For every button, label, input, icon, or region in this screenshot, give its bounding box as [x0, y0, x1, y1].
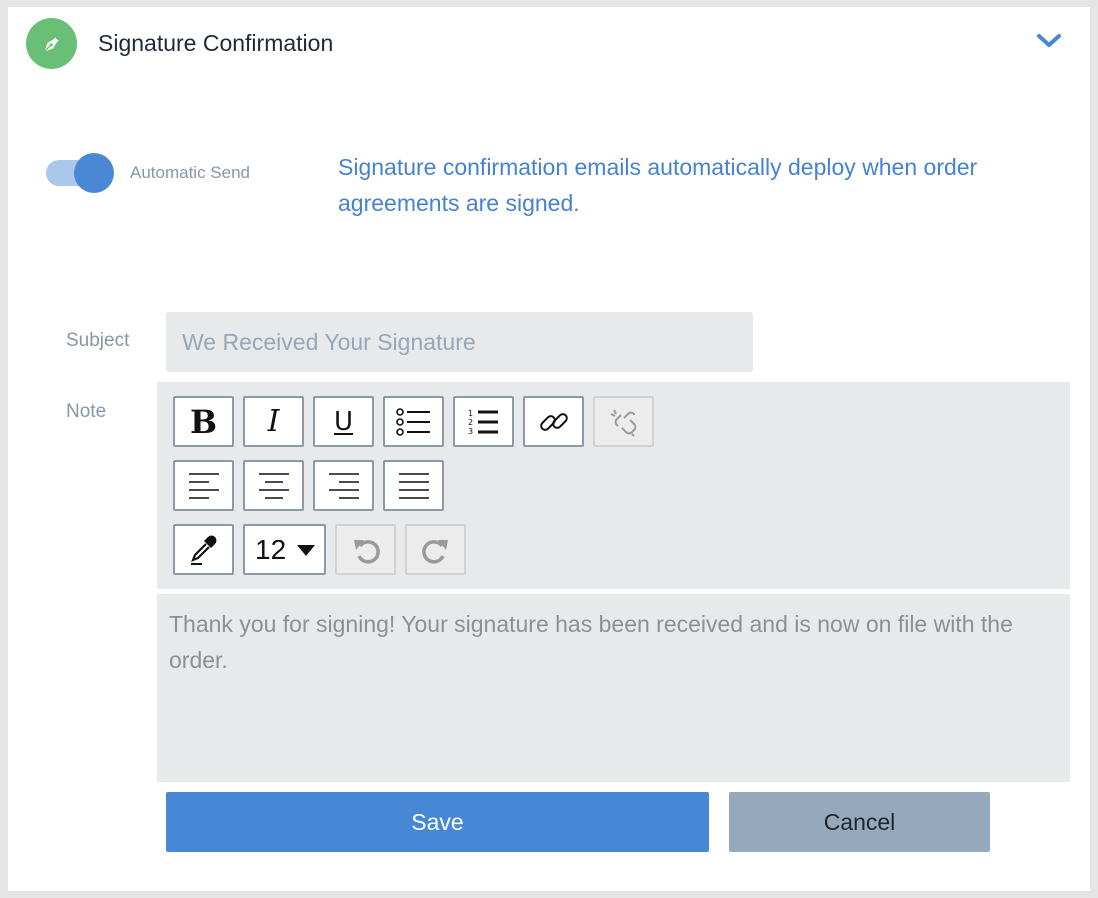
bullet-list-button[interactable]: [383, 396, 444, 447]
toolbar-row-misc: 12: [173, 524, 466, 575]
text-color-button[interactable]: [173, 524, 234, 575]
note-textarea[interactable]: Thank you for signing! Your signature ha…: [157, 594, 1070, 782]
align-justify-icon: [398, 472, 429, 499]
align-left-button[interactable]: [173, 460, 234, 511]
align-right-button[interactable]: [313, 460, 374, 511]
toolbar-row-align: [173, 460, 444, 511]
toggle-knob: [74, 153, 114, 193]
undo-icon: [353, 539, 380, 564]
automatic-send-toggle[interactable]: [46, 152, 116, 194]
numbered-list-icon: 1 2 3: [468, 409, 498, 436]
panel-title: Signature Confirmation: [98, 30, 334, 56]
remove-link-button[interactable]: [593, 396, 654, 447]
redo-button[interactable]: [405, 524, 466, 575]
align-right-icon: [328, 472, 359, 499]
redo-icon: [421, 539, 448, 564]
align-justify-button[interactable]: [383, 460, 444, 511]
svg-text:2: 2: [468, 418, 473, 427]
collapse-button[interactable]: [1034, 29, 1064, 53]
insert-link-button[interactable]: [523, 396, 584, 447]
numbered-list-button[interactable]: 1 2 3: [453, 396, 514, 447]
note-label: Note: [66, 401, 107, 422]
subject-input[interactable]: [166, 312, 753, 372]
info-text: Signature confirmation emails automatica…: [338, 154, 978, 216]
font-size-value: 12: [255, 533, 287, 565]
caret-down-icon: [297, 544, 315, 556]
bullet-list-icon: [395, 407, 430, 436]
link-icon: [539, 412, 568, 431]
chevron-down-icon: [1037, 34, 1061, 47]
signature-confirmation-panel: Signature Confirmation Automatic Send Si…: [8, 7, 1090, 891]
italic-icon: I: [267, 404, 280, 439]
align-center-icon: [258, 472, 289, 499]
unlink-icon: [610, 409, 636, 437]
subject-label: Subject: [66, 330, 130, 351]
svg-text:3: 3: [468, 427, 473, 436]
eyedropper-icon: [190, 535, 216, 565]
automatic-send-label: Automatic Send: [130, 163, 251, 182]
svg-text:1: 1: [468, 409, 473, 418]
toolbar-row-format: B I U 1 2 3: [173, 396, 654, 447]
underline-button[interactable]: U: [313, 396, 374, 447]
underline-icon: U: [333, 406, 354, 437]
align-left-icon: [188, 472, 219, 499]
pen-nib-icon: [26, 18, 77, 69]
editor-toolbar: B I U 1 2 3 12: [157, 382, 1070, 589]
bold-button[interactable]: B: [173, 396, 234, 447]
undo-button[interactable]: [335, 524, 396, 575]
save-button[interactable]: Save: [166, 792, 709, 852]
bold-icon: B: [189, 402, 218, 441]
cancel-button[interactable]: Cancel: [729, 792, 990, 852]
font-size-select[interactable]: 12: [243, 524, 326, 575]
italic-button[interactable]: I: [243, 396, 304, 447]
align-center-button[interactable]: [243, 460, 304, 511]
